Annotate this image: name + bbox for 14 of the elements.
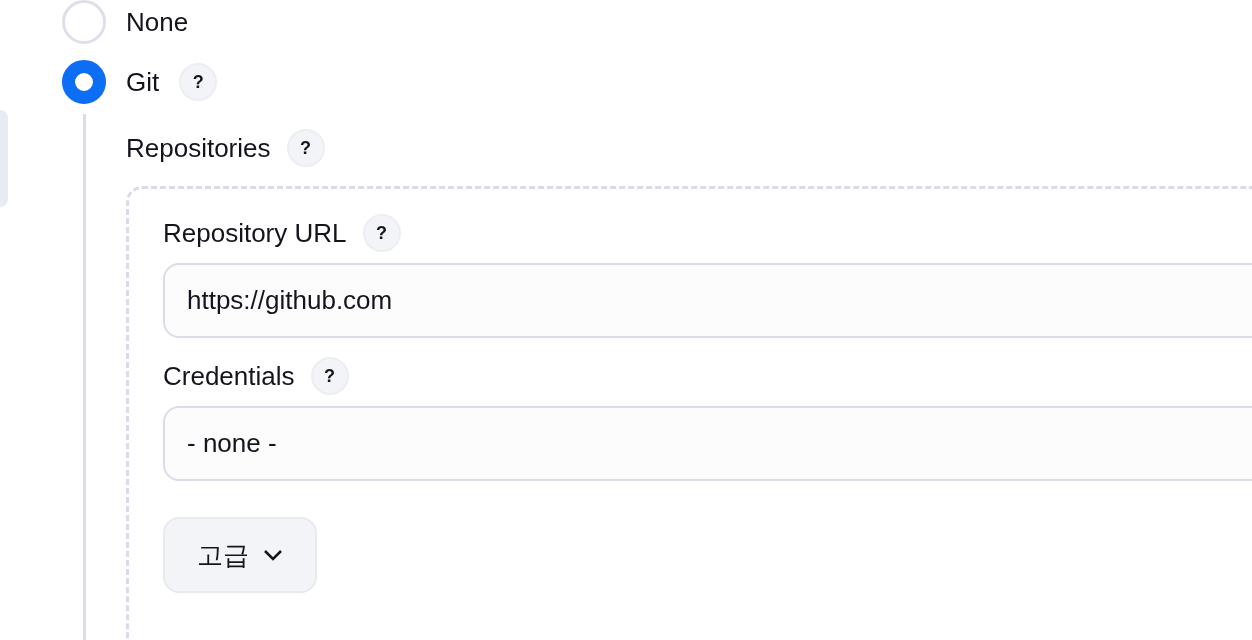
field-label: Repository URL (163, 217, 347, 249)
help-button[interactable]: ? (310, 357, 349, 395)
help-button[interactable]: ? (179, 63, 218, 101)
input-field[interactable]: - none - (163, 406, 1252, 481)
help-button[interactable]: ? (286, 129, 325, 167)
input-field[interactable]: https://github.com (163, 263, 1252, 338)
option-label: None (126, 6, 189, 38)
option-label: Git (126, 66, 160, 98)
radio-button[interactable] (62, 60, 106, 104)
advanced-button[interactable]: 고급 (163, 517, 317, 593)
help-button[interactable]: ? (362, 214, 401, 252)
chevron-down-icon (263, 549, 283, 561)
section-label: Repositories (126, 132, 271, 164)
field-label: Credentials (163, 360, 295, 392)
